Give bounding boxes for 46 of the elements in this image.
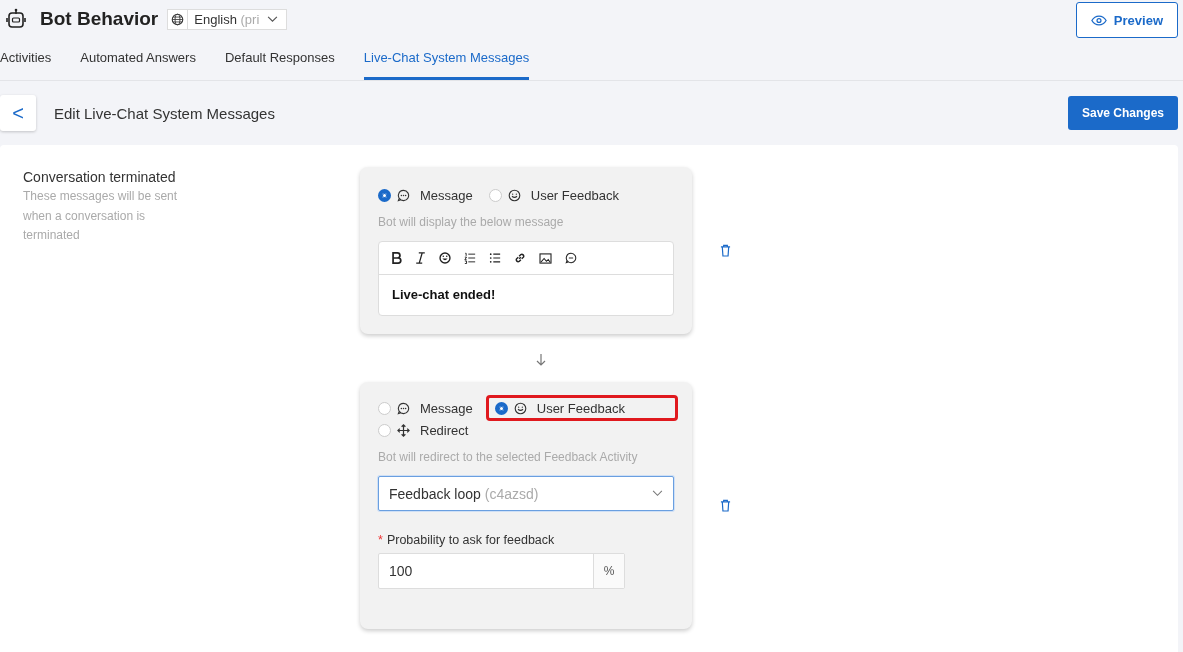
image-icon[interactable] [539, 252, 552, 264]
preview-button[interactable]: Preview [1075, 2, 1178, 38]
chevron-down-icon [267, 15, 279, 23]
chat-bubble-icon [397, 188, 410, 202]
trash-icon[interactable] [720, 499, 731, 512]
smiley-icon [513, 401, 527, 415]
page-title: Bot Behavior [40, 8, 159, 30]
move-arrows-icon [397, 423, 410, 437]
numbered-list-icon[interactable] [464, 252, 476, 264]
radio-button[interactable] [494, 401, 508, 415]
message-text: Live-chat ended! [391, 286, 497, 304]
italic-icon[interactable] [415, 252, 426, 264]
field-label: * Probability to ask for feedback [378, 533, 556, 547]
tab[interactable]: Default Responses [224, 38, 335, 80]
radio-option[interactable]: Message [375, 182, 480, 208]
section-title: Conversation terminated [23, 169, 177, 185]
required-marker: * [378, 533, 383, 547]
trash-icon[interactable] [720, 244, 731, 257]
tab[interactable]: Activities [0, 38, 52, 80]
chat-bubble-icon [397, 401, 410, 415]
radio-option[interactable]: User Feedback [485, 395, 678, 421]
language-dropdown[interactable]: English (pri [167, 8, 288, 30]
chat-bubble-icon[interactable] [565, 252, 577, 264]
bold-icon[interactable] [391, 252, 402, 264]
emoji-icon[interactable] [439, 252, 451, 264]
globe-icon [171, 12, 185, 26]
tab[interactable]: Live-Chat System Messages [363, 38, 530, 80]
radio-button[interactable] [378, 188, 391, 202]
probability-field[interactable]: 100 % [378, 553, 625, 589]
radio-option[interactable]: User Feedback [485, 182, 626, 208]
section-heading: Edit Live-Chat System Messages [54, 104, 275, 122]
hint-text: Bot will redirect to the selected Feedback Activity [378, 450, 639, 464]
bullet-list-icon[interactable] [489, 252, 501, 264]
hint-text: Bot will display the below message [378, 215, 565, 229]
link-icon[interactable] [514, 252, 526, 264]
save-changes-button[interactable]: Save Changes [1067, 96, 1178, 130]
down-arrow-icon [536, 354, 546, 366]
section-description: These messages will be sent when a conversation is terminated [23, 188, 179, 244]
chevron-down-icon [652, 490, 663, 497]
activity-select[interactable]: Feedback loop (c4azsd) [378, 476, 674, 511]
robot-icon [4, 7, 28, 31]
eye-icon [1090, 14, 1107, 26]
tab[interactable]: Automated Answers [80, 38, 196, 80]
back-button[interactable]: < [0, 95, 36, 131]
rich-text-editor[interactable]: Live-chat ended! [378, 241, 674, 316]
smiley-icon [507, 188, 521, 202]
